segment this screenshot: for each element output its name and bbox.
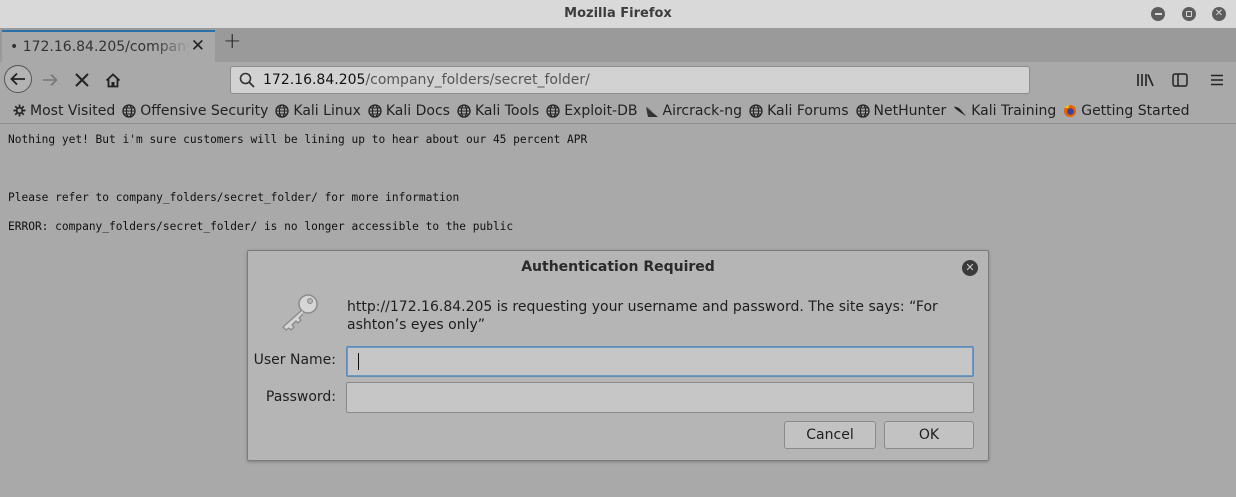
- window-title: Mozilla Firefox: [564, 6, 672, 21]
- globe-icon: [122, 103, 136, 118]
- bookmark-label: Kali Forums: [767, 102, 849, 119]
- globe-icon: [457, 103, 471, 118]
- gear-icon: [12, 104, 26, 118]
- library-icon[interactable]: [1135, 70, 1155, 90]
- tab-active[interactable]: • 172.16.84.205/company_folders/secret_f…: [2, 30, 215, 62]
- bookmark-kali-linux[interactable]: Kali Linux: [275, 102, 361, 119]
- globe-icon: [275, 103, 290, 118]
- auth-dialog: Authentication Required ✕ http://172.16.…: [247, 250, 989, 461]
- bookmark-label: Kali Linux: [293, 102, 361, 119]
- close-icon[interactable]: ✕: [1212, 7, 1226, 21]
- aircrack-icon: [645, 104, 659, 118]
- bookmark-most-visited[interactable]: Most Visited: [12, 103, 115, 119]
- firefox-icon: [1063, 104, 1077, 118]
- menu-icon[interactable]: [1207, 70, 1227, 90]
- url-host: 172.16.84.205: [263, 72, 366, 88]
- url-path: /company_folders/secret_folder/: [365, 72, 590, 88]
- url-bar[interactable]: 172.16.84.205/company_folders/secret_fol…: [230, 66, 1030, 94]
- bookmark-kali-training[interactable]: Kali Training: [953, 103, 1056, 119]
- text-caret: [358, 353, 359, 370]
- globe-icon: [368, 103, 382, 118]
- url-text: 172.16.84.205/company_folders/secret_fol…: [263, 72, 590, 88]
- bookmark-label: Exploit-DB: [564, 102, 638, 119]
- stop-icon[interactable]: [72, 70, 92, 90]
- bookmark-kali-tools[interactable]: Kali Tools: [457, 103, 539, 119]
- globe-icon: [546, 103, 560, 118]
- bookmark-label: Aircrack-ng: [662, 102, 743, 119]
- bookmark-aircrack-ng[interactable]: Aircrack-ng: [645, 102, 743, 119]
- bookmark-label: Most Visited: [30, 102, 116, 119]
- bookmark-exploit-db[interactable]: Exploit-DB: [546, 102, 638, 119]
- cancel-button[interactable]: Cancel: [784, 421, 876, 449]
- search-icon: [239, 72, 255, 92]
- bookmark-label: Offensive Security: [140, 102, 269, 119]
- bookmark-nethunter[interactable]: NetHunter: [855, 102, 947, 119]
- dialog-title: Authentication Required: [521, 259, 715, 275]
- maximize-icon[interactable]: [1182, 7, 1196, 21]
- bookmark-offensive-security[interactable]: Offensive Security: [122, 103, 268, 119]
- bookmark-label: Kali Docs: [385, 102, 450, 119]
- home-icon[interactable]: [103, 70, 123, 90]
- bookmark-label: Kali Training: [971, 102, 1057, 119]
- key-icon: [278, 291, 322, 337]
- tab-close-icon[interactable]: ✕: [191, 36, 205, 56]
- nav-bar: 172.16.84.205/company_folders/secret_fol…: [0, 62, 1236, 98]
- ok-button[interactable]: OK: [884, 421, 974, 449]
- password-field[interactable]: [346, 382, 974, 413]
- kali-dragon-icon: [953, 104, 967, 118]
- forward-icon[interactable]: [40, 70, 60, 90]
- bookmark-getting-started[interactable]: Getting Started: [1063, 103, 1189, 119]
- sidebar-icon[interactable]: [1170, 70, 1190, 90]
- bookmark-label: NetHunter: [873, 102, 947, 119]
- dialog-close-icon[interactable]: ✕: [962, 260, 978, 276]
- bookmark-kali-forums[interactable]: Kali Forums: [749, 102, 849, 119]
- bookmark-kali-docs[interactable]: Kali Docs: [368, 103, 450, 119]
- back-icon[interactable]: [4, 65, 32, 93]
- minimize-icon[interactable]: [1151, 7, 1165, 21]
- page-text-line: Please refer to company_folders/secret_f…: [8, 191, 460, 204]
- password-label: Password:: [265, 389, 336, 405]
- page-text-line: Nothing yet! But i'm sure customers will…: [8, 133, 588, 146]
- bookmark-label: Kali Tools: [474, 102, 540, 119]
- tab-strip: • 172.16.84.205/company_folders/secret_f…: [0, 28, 1236, 62]
- dialog-message: http://172.16.84.205 is requesting your …: [347, 299, 938, 333]
- bookmark-label: Getting Started: [1081, 102, 1190, 119]
- username-field[interactable]: [346, 346, 974, 377]
- tab-label: • 172.16.84.205/company_folders/secret_f…: [10, 39, 190, 55]
- globe-icon: [855, 103, 870, 118]
- window-titlebar: Mozilla Firefox ✕: [0, 0, 1236, 28]
- globe-icon: [749, 103, 763, 118]
- bookmarks-toolbar: Most Visited Offensive Security Kali Lin…: [0, 98, 1236, 124]
- page-error-line: ERROR: company_folders/secret_folder/ is…: [8, 220, 514, 233]
- new-tab-icon[interactable]: +: [223, 29, 241, 54]
- username-label: User Name:: [253, 352, 336, 368]
